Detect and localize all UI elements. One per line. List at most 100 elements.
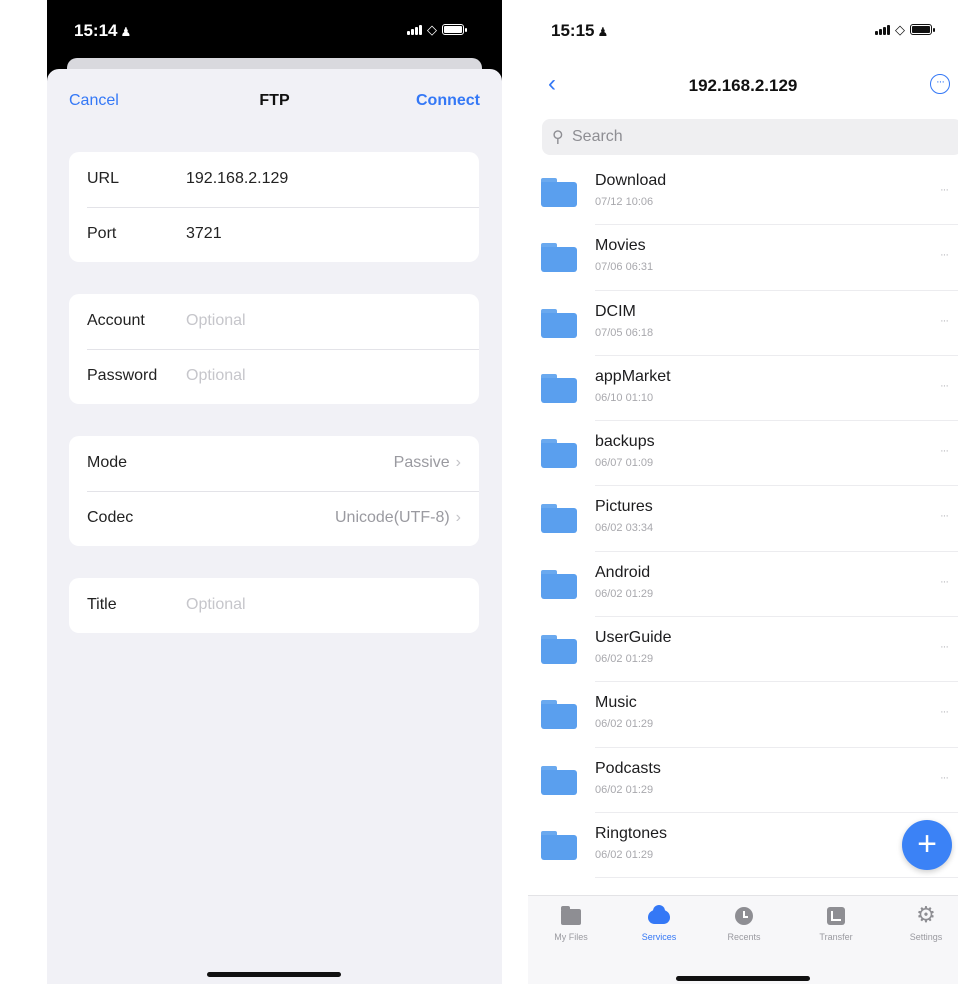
tab-my-files[interactable]: My Files <box>531 906 611 942</box>
port-field[interactable]: 3721 <box>186 225 222 243</box>
more-icon[interactable]: ··· <box>940 445 949 457</box>
title-label: Title <box>87 596 117 613</box>
signal-icon <box>875 24 890 35</box>
search-icon: ⚲ <box>552 129 564 146</box>
cloud-icon <box>648 905 670 924</box>
file-name: Android <box>595 563 651 581</box>
more-icon[interactable]: ··· <box>940 184 949 196</box>
connect-button[interactable]: Connect <box>416 92 480 110</box>
mode-row[interactable]: Mode Passive › <box>69 436 479 491</box>
person-icon: ♟ <box>597 25 609 39</box>
more-icon[interactable]: ··· <box>940 315 949 327</box>
port-row[interactable]: Port 3721 <box>69 207 479 262</box>
wifi-icon: ◇ <box>895 22 905 37</box>
settings-group: Mode Passive › Codec Unicode(UTF-8) › <box>69 436 479 546</box>
codec-row[interactable]: Codec Unicode(UTF-8) › <box>69 491 479 546</box>
tab-label: Transfer <box>819 932 853 942</box>
url-row[interactable]: URL 192.168.2.129 <box>69 152 479 207</box>
file-date: 07/05 06:18 <box>595 326 654 339</box>
file-date: 06/07 01:09 <box>595 457 654 470</box>
file-date: 06/02 01:29 <box>595 587 654 600</box>
search-placeholder: Search <box>572 128 623 145</box>
file-date: 06/02 01:29 <box>595 848 654 861</box>
folder-icon <box>541 765 577 795</box>
account-row[interactable]: Account Optional <box>69 294 479 349</box>
folder-icon <box>541 308 577 338</box>
file-name: Download <box>595 172 667 189</box>
title-field[interactable]: Optional <box>186 596 246 614</box>
password-label: Password <box>87 367 158 384</box>
ftp-connect-screen: 15:14 ♟ ◇ Cancel FTP Connect URL 192.168.… <box>47 0 502 984</box>
file-name: UserGuide <box>595 629 672 647</box>
account-field[interactable]: Optional <box>186 312 246 330</box>
file-date: 06/10 01:10 <box>595 391 654 404</box>
file-name: DCIM <box>595 302 636 320</box>
file-list-item[interactable]: Download 07/12 10:06 ··· <box>528 160 958 226</box>
file-date: 06/02 03:34 <box>595 522 654 535</box>
tab-transfer[interactable]: Transfer <box>796 906 876 942</box>
file-name: Ringtones <box>595 824 668 842</box>
search-input[interactable]: ⚲ Search <box>542 119 958 155</box>
status-bar: 15:14 ♟ ◇ <box>47 0 502 62</box>
file-list-item[interactable]: Music 06/02 01:29 ··· <box>528 682 958 748</box>
folder-icon <box>541 439 577 469</box>
auth-group: Account Optional Password Optional <box>69 294 479 404</box>
server-group: URL 192.168.2.129 Port 3721 <box>69 152 479 262</box>
add-button[interactable]: + <box>902 820 952 870</box>
more-icon[interactable]: ··· <box>940 576 949 588</box>
more-icon[interactable]: ··· <box>940 706 949 718</box>
file-list-item[interactable]: backups 06/07 01:09 ··· <box>528 421 958 487</box>
file-date: 06/02 01:29 <box>595 718 654 731</box>
file-list: Download 07/12 10:06 ··· Movies 07/06 06:31 ·… <box>528 160 958 879</box>
file-name: Pictures <box>595 498 653 516</box>
mode-label: Mode <box>87 454 128 471</box>
file-name: Movies <box>595 237 646 255</box>
home-indicator[interactable] <box>207 972 341 977</box>
password-row[interactable]: Password Optional <box>69 349 479 404</box>
folder-icon <box>541 243 577 273</box>
more-icon[interactable]: ··· <box>940 772 949 784</box>
tab-settings[interactable]: ⚙ Settings <box>886 904 958 943</box>
file-list-item[interactable]: Pictures 06/02 03:34 ··· <box>528 486 958 553</box>
status-time: 15:14 ♟ <box>74 21 132 40</box>
file-list-item[interactable]: Ringtones06/02 01:29··· <box>528 813 958 879</box>
more-icon[interactable]: ··· <box>940 380 949 392</box>
url-label: URL <box>87 170 120 187</box>
battery-icon <box>442 24 467 35</box>
folder-icon <box>541 635 577 665</box>
tab-label: My Files <box>554 932 588 942</box>
password-field[interactable]: Optional <box>186 367 246 385</box>
file-name: Podcasts <box>595 759 661 777</box>
file-list-item[interactable]: Podcasts 06/02 01:29 ··· <box>528 748 958 814</box>
file-name: backups <box>595 433 655 451</box>
folder-icon <box>541 178 577 207</box>
more-options-icon[interactable]: ··· <box>930 74 950 94</box>
folder-icon <box>541 569 577 599</box>
battery-icon <box>910 24 935 35</box>
home-indicator[interactable] <box>676 976 810 981</box>
file-list-item[interactable]: Movies 07/06 06:31 ··· <box>528 225 958 291</box>
tab-recents[interactable]: Recents <box>704 906 784 942</box>
status-time: 15:15 ♟ <box>551 21 609 40</box>
codec-value: Unicode(UTF-8) › <box>334 509 461 526</box>
url-field[interactable]: 192.168.2.129 <box>186 170 288 188</box>
tab-label: Services <box>641 932 677 942</box>
title-row[interactable]: Title Optional <box>69 578 479 633</box>
more-icon[interactable]: ··· <box>940 249 949 261</box>
wifi-icon: ◇ <box>427 22 437 37</box>
title-group: Title Optional <box>69 578 479 633</box>
file-name: Music <box>595 694 637 712</box>
chevron-right-icon: › <box>455 509 461 526</box>
clock-icon <box>735 907 753 925</box>
tab-services[interactable]: Services <box>619 905 699 942</box>
more-icon[interactable]: ··· <box>940 510 949 522</box>
file-list-item[interactable]: UserGuide 06/02 01:29 ··· <box>528 617 958 683</box>
file-list-item[interactable]: Android 06/02 01:29 ··· <box>528 552 958 618</box>
more-icon[interactable]: ··· <box>940 641 949 653</box>
folder-icon <box>541 373 577 403</box>
folder-icon <box>561 906 581 925</box>
file-list-item[interactable]: appMarket 06/10 01:10 ··· <box>528 356 958 422</box>
file-list-item[interactable]: DCIM 07/05 06:18 ··· <box>528 291 958 357</box>
signal-icon <box>407 24 422 35</box>
folder-icon <box>541 830 577 860</box>
